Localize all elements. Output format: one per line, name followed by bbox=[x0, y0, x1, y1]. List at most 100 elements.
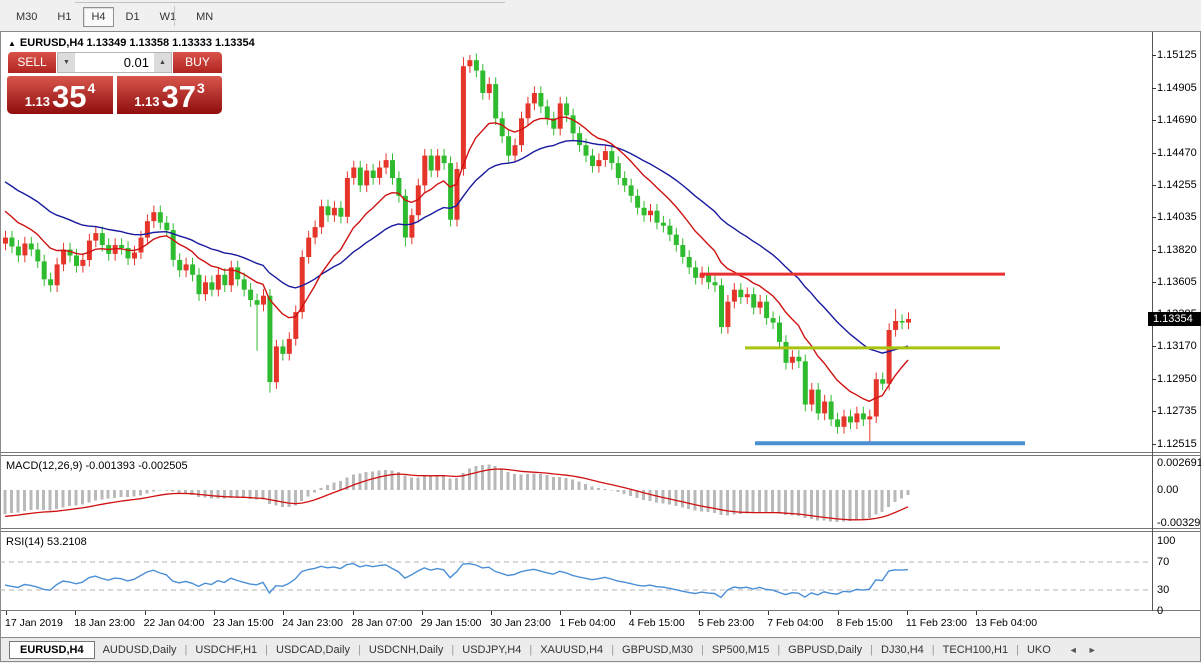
sell-price-panel[interactable]: 1.13 35 4 bbox=[7, 76, 113, 114]
tab-scroll-left-icon[interactable]: ◄ bbox=[1069, 645, 1088, 655]
price-axis-label: 1.13605 bbox=[1157, 276, 1197, 288]
time-tick bbox=[560, 611, 561, 615]
time-axis-label: 1 Feb 04:00 bbox=[559, 617, 615, 629]
chart-tab-xauusd-h4[interactable]: XAUUSD,H4 bbox=[532, 641, 611, 659]
pane-separator-1[interactable] bbox=[1, 452, 1200, 456]
price-axis-label: 1.13820 bbox=[1157, 244, 1197, 256]
timeframe-button-h1[interactable]: H1 bbox=[49, 7, 79, 27]
time-tick bbox=[75, 611, 76, 615]
timeframe-button-d1[interactable]: D1 bbox=[118, 7, 148, 27]
chart-tab-gbpusd-daily[interactable]: GBPUSD,Daily bbox=[780, 641, 870, 659]
rsi-axis-label: 0 bbox=[1157, 605, 1163, 617]
price-axis-label: 1.12950 bbox=[1157, 373, 1197, 385]
price-axis-label: 1.14690 bbox=[1157, 114, 1197, 126]
chart-tab-sp500-m15[interactable]: SP500,M15 bbox=[704, 641, 777, 659]
time-tick bbox=[283, 611, 284, 615]
rsi-axis-label: 30 bbox=[1157, 584, 1169, 596]
time-axis-label: 5 Feb 23:00 bbox=[698, 617, 754, 629]
timeframe-button-mn[interactable]: MN bbox=[188, 7, 221, 27]
chart-tab-uko[interactable]: UKO bbox=[1019, 641, 1059, 659]
chart-tab-usdcnh-daily[interactable]: USDCNH,Daily bbox=[361, 641, 452, 659]
collapse-triangle-icon[interactable]: ▲ bbox=[8, 39, 16, 48]
time-axis-label: 11 Feb 23:00 bbox=[906, 617, 967, 629]
sell-price-pip: 4 bbox=[88, 80, 96, 96]
price-tick bbox=[1152, 217, 1156, 218]
time-tick bbox=[353, 611, 354, 615]
time-tick bbox=[699, 611, 700, 615]
buy-button[interactable]: BUY bbox=[173, 52, 222, 73]
time-axis-label: 29 Jan 15:00 bbox=[421, 617, 482, 629]
time-axis-label: 30 Jan 23:00 bbox=[490, 617, 551, 629]
timeframe-button-m30[interactable]: M30 bbox=[8, 7, 45, 27]
time-tick bbox=[768, 611, 769, 615]
time-tick bbox=[838, 611, 839, 615]
sell-price-main: 35 bbox=[52, 82, 86, 112]
macd-axis-label: 0.002691 bbox=[1157, 457, 1201, 469]
price-axis-label: 1.14035 bbox=[1157, 211, 1197, 223]
tab-scroll-right-icon[interactable]: ► bbox=[1088, 645, 1107, 655]
time-tick bbox=[907, 611, 908, 615]
time-tick bbox=[976, 611, 977, 615]
price-tick bbox=[1152, 55, 1156, 56]
mt4-window: M30H1H4D1W1MN ▲ EURUSD,H4 1.13349 1.13358… bbox=[0, 0, 1201, 663]
buy-price-main: 37 bbox=[162, 82, 196, 112]
timeframe-button-w1[interactable]: W1 bbox=[152, 7, 185, 27]
time-tick bbox=[422, 611, 423, 615]
time-axis-label: 13 Feb 04:00 bbox=[975, 617, 1037, 629]
price-tick bbox=[1152, 411, 1156, 412]
sell-button[interactable]: SELL bbox=[8, 52, 56, 73]
price-tick bbox=[1152, 120, 1156, 121]
time-axis-border bbox=[1, 610, 1200, 611]
time-axis-label: 22 Jan 04:00 bbox=[144, 617, 205, 629]
price-tick bbox=[1152, 250, 1156, 251]
triangle-up-icon: ▲ bbox=[159, 59, 166, 66]
chart-tab-usdjpy-h4[interactable]: USDJPY,H4 bbox=[454, 641, 529, 659]
timeframe-toolbar: M30H1H4D1W1MN bbox=[0, 4, 1201, 30]
triangle-down-icon: ▼ bbox=[63, 59, 70, 66]
price-axis-label: 1.12515 bbox=[1157, 438, 1197, 450]
price-tick bbox=[1152, 282, 1156, 283]
time-axis-label: 7 Feb 04:00 bbox=[767, 617, 823, 629]
chart-tab-usdcad-daily[interactable]: USDCAD,Daily bbox=[268, 641, 358, 659]
window-chrome-divider bbox=[75, 2, 505, 3]
time-axis-label: 8 Feb 15:00 bbox=[837, 617, 893, 629]
volume-input[interactable] bbox=[75, 53, 154, 72]
price-tick bbox=[1152, 346, 1156, 347]
chart-tab-bar: EURUSD,H4AUDUSD,Daily|USDCHF,H1|USDCAD,D… bbox=[1, 637, 1200, 661]
current-price-marker: 1.13354 bbox=[1148, 312, 1201, 326]
rsi-canvas[interactable] bbox=[0, 533, 1152, 610]
price-axis-label: 1.13170 bbox=[1157, 340, 1197, 352]
chart-tab-tech100-h1[interactable]: TECH100,H1 bbox=[935, 641, 1016, 659]
time-tick bbox=[214, 611, 215, 615]
rsi-axis-label: 100 bbox=[1157, 535, 1175, 547]
time-tick bbox=[491, 611, 492, 615]
sell-price-prefix: 1.13 bbox=[25, 94, 50, 109]
toolbar-divider bbox=[174, 6, 175, 26]
time-axis-label: 18 Jan 23:00 bbox=[74, 617, 135, 629]
chart-tab-eurusd-h4[interactable]: EURUSD,H4 bbox=[9, 641, 95, 659]
buy-price-panel[interactable]: 1.13 37 3 bbox=[117, 76, 222, 114]
time-axis-label: 23 Jan 15:00 bbox=[213, 617, 274, 629]
price-tick bbox=[1152, 88, 1156, 89]
chart-tab-audusd-daily[interactable]: AUDUSD,Daily bbox=[95, 641, 185, 659]
price-tick bbox=[1152, 153, 1156, 154]
time-tick bbox=[145, 611, 146, 615]
macd-axis-label: -0.003296 bbox=[1157, 517, 1201, 529]
volume-increase-button[interactable]: ▲ bbox=[154, 53, 171, 72]
timeframe-button-h4[interactable]: H4 bbox=[83, 7, 113, 27]
chart-tab-dj30-h4[interactable]: DJ30,H4 bbox=[873, 641, 932, 659]
buy-price-pip: 3 bbox=[197, 80, 205, 96]
price-axis-label: 1.14470 bbox=[1157, 147, 1197, 159]
time-axis-label: 28 Jan 07:00 bbox=[352, 617, 413, 629]
pane-separator-2[interactable] bbox=[1, 528, 1200, 532]
time-axis-label: 17 Jan 2019 bbox=[5, 617, 63, 629]
chart-tab-gbpusd-m30[interactable]: GBPUSD,M30 bbox=[614, 641, 701, 659]
price-tick bbox=[1152, 185, 1156, 186]
symbol-ohlc-text: EURUSD,H4 1.13349 1.13358 1.13333 1.1335… bbox=[20, 37, 255, 49]
price-tick bbox=[1152, 379, 1156, 380]
time-axis-label: 24 Jan 23:00 bbox=[282, 617, 343, 629]
volume-decrease-button[interactable]: ▼ bbox=[58, 53, 75, 72]
time-tick bbox=[6, 611, 7, 615]
chart-tab-usdchf-h1[interactable]: USDCHF,H1 bbox=[187, 641, 265, 659]
time-tick bbox=[630, 611, 631, 615]
